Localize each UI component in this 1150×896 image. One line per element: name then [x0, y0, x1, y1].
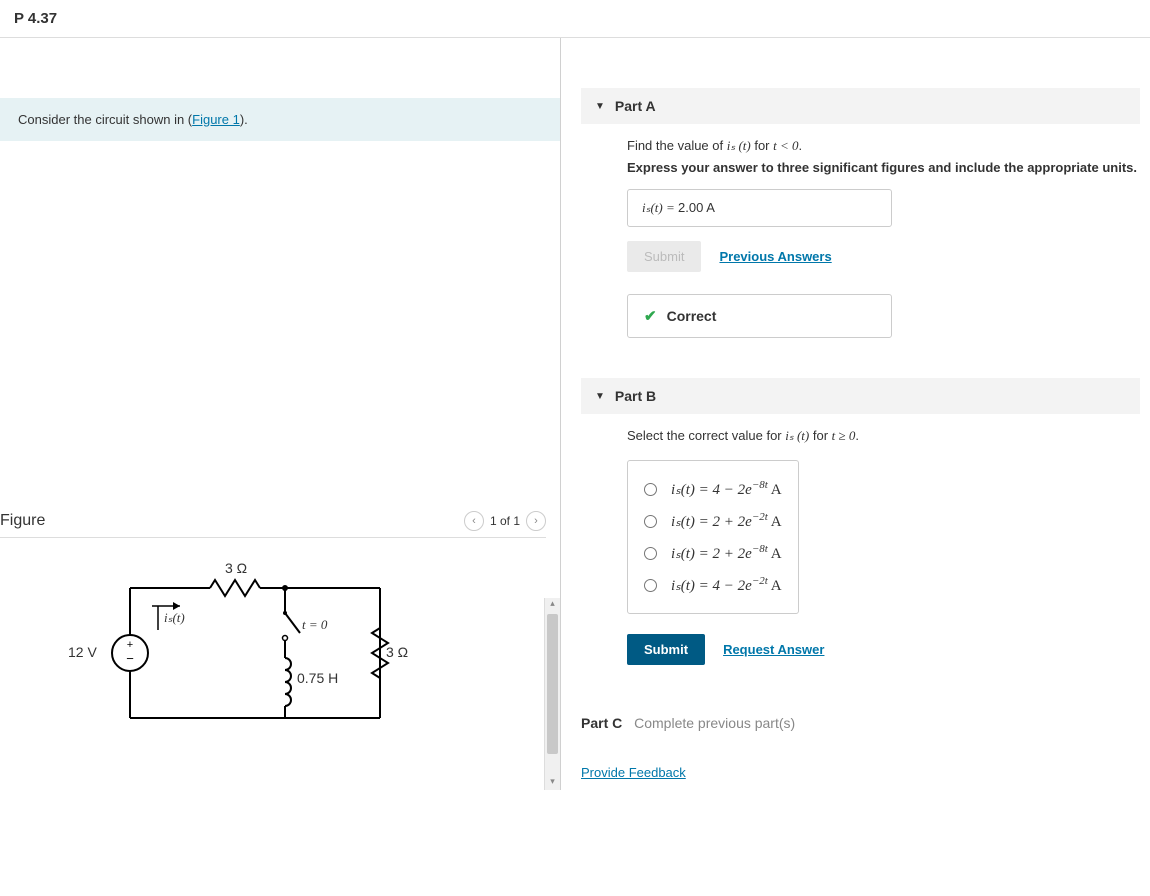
- provide-feedback-link[interactable]: Provide Feedback: [581, 765, 686, 780]
- part-b-title: Part B: [615, 388, 656, 404]
- choice-2-radio[interactable]: [644, 515, 657, 528]
- left-scrollbar[interactable]: ▴ ▾: [544, 598, 560, 790]
- part-a-instruction: Find the value of iₛ (t) for t < 0.: [627, 138, 1140, 154]
- figure-prev-button[interactable]: ‹: [464, 511, 484, 531]
- choice-2[interactable]: iₛ(t) = 2 + 2e−2t A: [644, 505, 782, 537]
- part-b-instruction: Select the correct value for iₛ (t) for …: [627, 428, 1140, 444]
- part-b-choices: iₛ(t) = 4 − 2e−8t A iₛ(t) = 2 + 2e−2t A …: [627, 460, 799, 614]
- part-a-submit-button: Submit: [627, 241, 701, 272]
- part-a-answer: iₛ(t) = 2.00 A: [627, 189, 892, 227]
- label-voltage: 12 V: [68, 644, 97, 660]
- caret-down-icon: ▼: [595, 101, 605, 112]
- figure-next-button[interactable]: ›: [526, 511, 546, 531]
- part-c-note: Complete previous part(s): [634, 715, 795, 731]
- label-inductor: 0.75 H: [297, 670, 338, 686]
- problem-prompt: Consider the circuit shown in (Figure 1)…: [0, 98, 560, 141]
- part-a-feedback: ✔ Correct: [627, 294, 892, 338]
- part-a-hint: Express your answer to three significant…: [627, 160, 1140, 175]
- problem-id: P 4.37: [0, 0, 1150, 37]
- choice-4-radio[interactable]: [644, 579, 657, 592]
- label-r-top: 3 Ω: [225, 560, 247, 576]
- label-r-right: 3 Ω: [386, 644, 408, 660]
- request-answer-link[interactable]: Request Answer: [723, 642, 824, 657]
- part-b-submit-button[interactable]: Submit: [627, 634, 705, 665]
- choice-3-radio[interactable]: [644, 547, 657, 560]
- part-a-header[interactable]: ▼ Part A: [581, 88, 1140, 124]
- choice-4[interactable]: iₛ(t) = 4 − 2e−2t A: [644, 569, 782, 601]
- caret-down-icon: ▼: [595, 391, 605, 402]
- prompt-text-suf: ).: [240, 112, 248, 127]
- figure-pager-text: 1 of 1: [490, 514, 520, 528]
- part-a-title: Part A: [615, 98, 656, 114]
- part-b-header[interactable]: ▼ Part B: [581, 378, 1140, 414]
- choice-3[interactable]: iₛ(t) = 2 + 2e−8t A: [644, 537, 782, 569]
- figure-link[interactable]: Figure 1: [192, 112, 240, 127]
- svg-text:+: +: [127, 639, 133, 651]
- check-icon: ✔: [644, 307, 657, 325]
- part-c-row: Part C Complete previous part(s): [581, 715, 1140, 731]
- label-switch: t = 0: [302, 617, 327, 633]
- label-current: iₛ(t): [164, 610, 185, 626]
- previous-answers-link[interactable]: Previous Answers: [719, 249, 831, 264]
- svg-text:−: −: [126, 651, 134, 666]
- prompt-text-pre: Consider the circuit shown in (: [18, 112, 192, 127]
- choice-1-radio[interactable]: [644, 483, 657, 496]
- correct-label: Correct: [667, 308, 717, 324]
- part-c-title: Part C: [581, 715, 622, 731]
- circuit-diagram: + −: [70, 558, 510, 758]
- choice-1[interactable]: iₛ(t) = 4 − 2e−8t A: [644, 473, 782, 505]
- figure-title: Figure: [0, 512, 45, 530]
